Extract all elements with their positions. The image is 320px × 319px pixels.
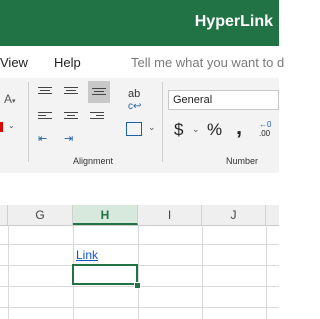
currency-button[interactable]: $ bbox=[174, 120, 183, 140]
align-left-icon[interactable] bbox=[38, 110, 52, 124]
decrease-indent-icon[interactable]: ⇤ bbox=[38, 132, 47, 145]
number-group-label: Number bbox=[226, 156, 259, 166]
grid-line bbox=[8, 225, 9, 319]
column-header-partial[interactable] bbox=[0, 205, 8, 225]
chevron-down-icon[interactable]: ⌄ bbox=[192, 124, 200, 135]
increase-indent-icon[interactable]: ⇥ bbox=[64, 132, 73, 145]
increase-decimal-button[interactable]: ←0.00 bbox=[259, 120, 271, 138]
chevron-down-icon[interactable]: ⌄ bbox=[148, 122, 156, 133]
align-center-icon[interactable] bbox=[64, 110, 78, 124]
grid-line bbox=[0, 265, 279, 266]
wrap-text-icon[interactable]: ab c↩ bbox=[128, 88, 141, 112]
align-middle-icon[interactable] bbox=[64, 85, 78, 99]
group-separator bbox=[28, 82, 29, 162]
font-size-decrease-button[interactable]: A▾ bbox=[4, 92, 16, 106]
grid-line bbox=[0, 307, 279, 308]
grid-line bbox=[0, 244, 279, 245]
window-title: HyperLink bbox=[194, 13, 273, 30]
align-right-icon[interactable] bbox=[90, 110, 104, 124]
font-color-icon[interactable] bbox=[0, 122, 3, 132]
grid-line bbox=[202, 225, 203, 319]
selected-cell[interactable] bbox=[72, 264, 138, 285]
column-header-g[interactable]: G bbox=[8, 205, 73, 225]
grid-line bbox=[266, 225, 267, 319]
number-format-value: General bbox=[173, 94, 213, 106]
group-separator bbox=[162, 82, 163, 162]
title-bar: HyperLink bbox=[0, 0, 279, 46]
cell-hyperlink[interactable]: Link bbox=[76, 248, 98, 262]
column-header-i[interactable]: I bbox=[138, 205, 202, 225]
merge-center-icon[interactable] bbox=[126, 122, 142, 136]
tell-me-search[interactable]: Tell me what you want to d bbox=[131, 55, 284, 70]
align-top-icon[interactable] bbox=[38, 85, 52, 99]
comma-style-button[interactable]: ‚ bbox=[236, 114, 242, 140]
align-bottom-button[interactable] bbox=[88, 81, 110, 103]
alignment-group-label: Alignment bbox=[73, 156, 114, 166]
number-format-dropdown[interactable]: General bbox=[168, 90, 279, 110]
percent-button[interactable]: % bbox=[207, 120, 222, 140]
column-header-partial[interactable] bbox=[266, 205, 279, 225]
menu-help[interactable]: Help bbox=[54, 55, 81, 70]
grid-line bbox=[138, 225, 139, 319]
menu-bar: View Help Tell me what you want to d bbox=[0, 46, 284, 79]
ribbon: A▾ ⌄ ⇤ ⇥ ab c↩ ⌄ Alignment General $ ⌄ % … bbox=[0, 78, 279, 174]
menu-view[interactable]: View bbox=[0, 55, 28, 70]
column-headers: G H I J bbox=[0, 205, 279, 226]
formula-bar[interactable] bbox=[0, 173, 279, 206]
chevron-down-icon[interactable]: ⌄ bbox=[8, 121, 15, 130]
column-header-j[interactable]: J bbox=[202, 205, 266, 225]
column-header-h[interactable]: H bbox=[73, 205, 138, 225]
fill-handle[interactable] bbox=[134, 282, 141, 289]
